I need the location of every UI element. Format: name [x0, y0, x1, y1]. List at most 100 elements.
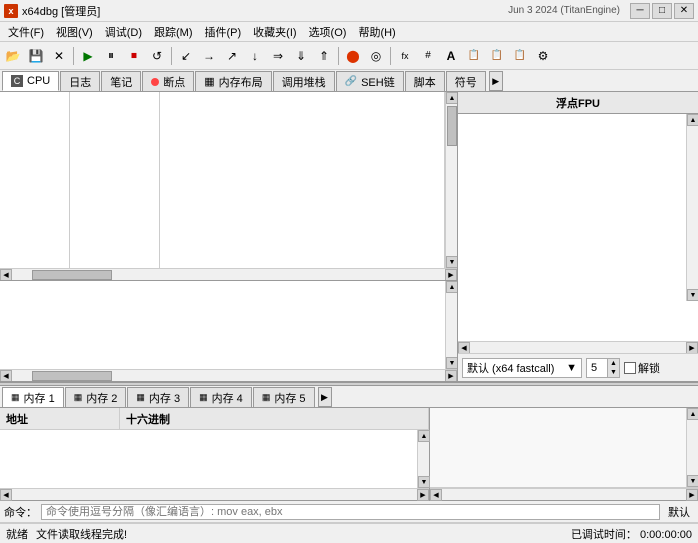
- memory-vscroll-up[interactable]: ▲: [418, 430, 430, 442]
- menu-help[interactable]: 帮助(H): [352, 22, 401, 41]
- tab-nav-right[interactable]: ▶: [489, 71, 503, 91]
- memory-hscroll-right[interactable]: ▶: [417, 489, 429, 501]
- tab-cpu[interactable]: C CPU: [2, 71, 59, 91]
- fpu-vscroll-down[interactable]: ▼: [687, 289, 698, 301]
- disasm-hscroll-right[interactable]: ▶: [445, 269, 457, 280]
- toolbar-step-into[interactable]: ↙: [175, 45, 197, 67]
- stack-vscroll-down[interactable]: ▼: [446, 357, 457, 369]
- disasm-asm-col: [160, 92, 445, 268]
- toolbar-settings[interactable]: ⚙: [532, 45, 554, 67]
- fpu-vscroll-up[interactable]: ▲: [687, 114, 698, 126]
- menu-file[interactable]: 文件(F): [2, 22, 50, 41]
- tab-memory-4[interactable]: ▦ 内存 4: [190, 387, 252, 407]
- stack-vscroll-track[interactable]: [446, 293, 457, 357]
- toolbar-hw-bp[interactable]: ◎: [365, 45, 387, 67]
- tab-memory-2[interactable]: ▦ 内存 2: [65, 387, 127, 407]
- fpu-calling-convention-dropdown[interactable]: 默认 (x64 fastcall) ▼: [462, 358, 582, 378]
- menu-trace[interactable]: 跟踪(M): [148, 22, 199, 41]
- toolbar-clip2[interactable]: 📋: [486, 45, 508, 67]
- fpu-spinbox-up[interactable]: ▲: [607, 359, 619, 368]
- tab-script[interactable]: 脚本: [405, 71, 445, 91]
- disasm-vscroll-down[interactable]: ▼: [446, 256, 457, 268]
- close-button[interactable]: ✕: [674, 3, 694, 19]
- disasm-content[interactable]: [0, 92, 445, 268]
- toolbar-save[interactable]: 💾: [25, 45, 47, 67]
- fpu-hscroll-track[interactable]: [470, 342, 686, 353]
- command-input[interactable]: [41, 504, 660, 520]
- toolbar-ascii[interactable]: A: [440, 45, 462, 67]
- fpu-spinbox[interactable]: 5 ▲ ▼: [586, 358, 620, 378]
- toolbar-bp[interactable]: ⬤: [342, 45, 364, 67]
- tab-log[interactable]: 日志: [60, 71, 100, 91]
- memory-hscroll-left[interactable]: ◀: [0, 489, 12, 501]
- tab-memory-1[interactable]: ▦ 内存 1: [2, 387, 64, 407]
- toolbar-stop[interactable]: ⏹: [123, 45, 145, 67]
- stack-inner: ▲ ▼: [0, 281, 457, 369]
- maximize-button[interactable]: □: [652, 3, 672, 19]
- fpu-vscroll-track[interactable]: [687, 126, 698, 289]
- memory-right-vscroll-up[interactable]: ▲: [687, 408, 698, 420]
- toolbar-close-file[interactable]: ✕: [48, 45, 70, 67]
- toolbar-restart[interactable]: ↺: [146, 45, 168, 67]
- stack-vscroll-up[interactable]: ▲: [446, 281, 457, 293]
- stack-content[interactable]: [0, 281, 445, 369]
- toolbar-run[interactable]: ▶: [77, 45, 99, 67]
- fpu-unlock-checkbox[interactable]: 解锁: [624, 360, 660, 376]
- toolbar-step-into2[interactable]: ↓: [244, 45, 266, 67]
- toolbar-anim-over[interactable]: ⇒: [267, 45, 289, 67]
- memory-data[interactable]: [0, 430, 417, 488]
- tab-symbols[interactable]: 符号: [446, 71, 486, 91]
- menu-favorites[interactable]: 收藏夹(I): [247, 22, 302, 41]
- toolbar-step-over[interactable]: →: [198, 45, 220, 67]
- toolbar-clip3[interactable]: 📋: [509, 45, 531, 67]
- disasm-vscroll-track[interactable]: [446, 104, 457, 256]
- memory-col-hex: 十六进制: [120, 408, 429, 429]
- toolbar-anim-out[interactable]: ⇑: [313, 45, 335, 67]
- toolbar-pause[interactable]: ⏸: [100, 45, 122, 67]
- toolbar-hash[interactable]: #: [417, 45, 439, 67]
- toolbar-step-out[interactable]: ↗: [221, 45, 243, 67]
- fpu-body[interactable]: ▲ ▼: [458, 114, 698, 341]
- memory-right-hscroll-track[interactable]: [442, 489, 686, 500]
- memory-hscroll-track[interactable]: [12, 489, 417, 500]
- toolbar-expr[interactable]: fx: [394, 45, 416, 67]
- fpu-spinbox-down[interactable]: ▼: [607, 368, 619, 377]
- main-tabbar: C CPU 日志 笔记 断点 ▦ 内存布局 调用堆栈 🔗 SEH链 脚本 符号 …: [0, 70, 698, 92]
- toolbar-clip1[interactable]: 📋: [463, 45, 485, 67]
- memory-right-vscroll-track[interactable]: [687, 420, 698, 475]
- tab-memory-5[interactable]: ▦ 内存 5: [253, 387, 315, 407]
- menu-view[interactable]: 视图(V): [50, 22, 99, 41]
- memory-right-hscroll-right[interactable]: ▶: [686, 489, 698, 501]
- menu-plugin[interactable]: 插件(P): [199, 22, 248, 41]
- memory-tab-nav-right[interactable]: ▶: [318, 387, 332, 407]
- tab-memory-3[interactable]: ▦ 内存 3: [127, 387, 189, 407]
- tab-seh[interactable]: 🔗 SEH链: [336, 71, 404, 91]
- memory-right-vscroll-down[interactable]: ▼: [687, 475, 698, 487]
- stack-hscroll-thumb[interactable]: [32, 371, 112, 381]
- memory-vscroll-track[interactable]: [418, 442, 429, 476]
- stack-hscroll-left[interactable]: ◀: [0, 370, 12, 381]
- minimize-button[interactable]: ─: [630, 3, 650, 19]
- tab-breakpoints[interactable]: 断点: [142, 71, 194, 91]
- stack-hscroll-right[interactable]: ▶: [445, 370, 457, 381]
- fpu-checkbox-box[interactable]: [624, 362, 636, 374]
- disasm-hscroll-track[interactable]: [12, 269, 445, 280]
- memory-right-data[interactable]: [430, 408, 686, 487]
- tab-callstack[interactable]: 调用堆栈: [273, 71, 335, 91]
- disasm-vscroll-up[interactable]: ▲: [446, 92, 457, 104]
- tab-notes[interactable]: 笔记: [101, 71, 141, 91]
- tab-memory-layout[interactable]: ▦ 内存布局: [195, 71, 271, 91]
- statusbar-right: 已调试时间： 0:00:00:00: [571, 526, 692, 542]
- stack-hscroll-track[interactable]: [12, 370, 445, 381]
- menu-options[interactable]: 选项(O): [303, 22, 353, 41]
- menu-debug[interactable]: 调试(D): [99, 22, 148, 41]
- toolbar-open[interactable]: 📂: [2, 45, 24, 67]
- disasm-hscroll-left[interactable]: ◀: [0, 269, 12, 280]
- stack-wrapper: ▲ ▼ ◀ ▶: [0, 281, 457, 381]
- memory-col-headers: 地址 十六进制: [0, 408, 429, 430]
- disasm-vscroll-thumb[interactable]: [447, 106, 457, 146]
- memory-right-hscroll-left[interactable]: ◀: [430, 489, 442, 501]
- memory-vscroll-down[interactable]: ▼: [418, 476, 430, 488]
- toolbar-anim-into[interactable]: ⇓: [290, 45, 312, 67]
- disasm-hscroll-thumb[interactable]: [32, 270, 112, 280]
